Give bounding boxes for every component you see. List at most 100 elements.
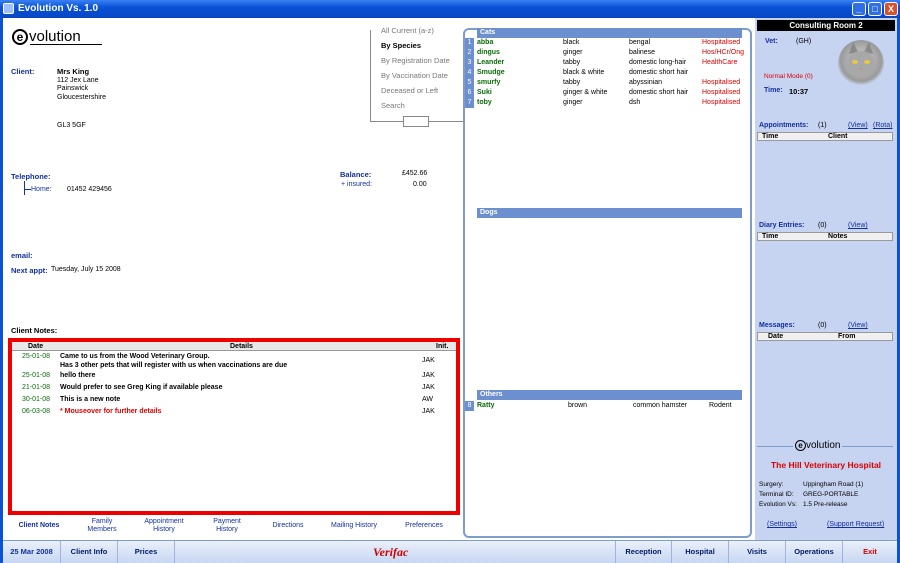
filter-tree-line: [370, 30, 371, 122]
pet-name: Leander: [477, 59, 505, 66]
pet-row[interactable]: 6 Suki ginger & white domestic short hai…: [465, 88, 743, 98]
tab-appointment-history[interactable]: Appointment History: [140, 518, 188, 534]
client-label: Client:: [11, 67, 35, 76]
home-phone-number[interactable]: 01452 429456: [67, 186, 112, 193]
note-init: JAK: [422, 408, 435, 415]
notes-col-details: Details: [230, 343, 253, 350]
pet-row[interactable]: 4 Smudge black & white domestic short ha…: [465, 68, 743, 78]
balance-value: £452.66: [402, 170, 428, 177]
pet-number: 7: [465, 98, 474, 108]
current-date: 25 Mar 2008: [3, 541, 61, 563]
note-row[interactable]: 25-01-08 Came to us from the Wood Veteri…: [12, 353, 456, 371]
tab-label: Family: [91, 518, 113, 525]
logo-e-glyph: e: [795, 440, 806, 451]
hospital-name: The Hill Veterinary Hospital: [770, 460, 882, 470]
prices-button[interactable]: Prices: [118, 541, 175, 563]
filter-all-current[interactable]: All Current (a-z): [381, 26, 434, 35]
pet-name: Smudge: [477, 69, 505, 76]
diary-table-header: Time Notes: [757, 232, 893, 241]
filter-deceased[interactable]: Deceased or Left: [381, 86, 438, 95]
rota-link[interactable]: (Rota): [873, 122, 892, 129]
client-name: Mrs King: [57, 67, 90, 76]
pet-colour: ginger & white: [563, 89, 608, 96]
filter-by-registration[interactable]: By Registration Date: [381, 56, 450, 65]
tab-label-2: History: [153, 526, 175, 533]
tab-payment-history[interactable]: Payment History: [205, 518, 249, 534]
tab-directions[interactable]: Directions: [266, 522, 310, 530]
visits-button[interactable]: Visits: [729, 541, 786, 563]
pet-status: Hospitalised: [702, 79, 741, 86]
note-init: JAK: [422, 357, 435, 364]
cats-section-header: Cats: [477, 28, 742, 38]
note-text: Would prefer to see Greg King if availab…: [60, 384, 223, 391]
exit-button[interactable]: Exit: [843, 541, 897, 563]
time-label: Time:: [764, 87, 783, 94]
tab-preferences[interactable]: Preferences: [400, 522, 448, 530]
pet-breed: domestic long-hair: [629, 59, 687, 66]
diary-count: (0): [818, 222, 827, 229]
others-section-header: Others: [477, 390, 742, 400]
col-from: From: [838, 333, 856, 340]
next-appt-value: Tuesday, July 15 2008: [51, 266, 121, 273]
bottom-toolbar: 25 Mar 2008 Client Info Prices Verifac R…: [3, 540, 897, 563]
settings-link[interactable]: (Settings): [767, 521, 797, 528]
filter-by-vaccination[interactable]: By Vaccination Date: [381, 71, 448, 80]
filter-by-species[interactable]: By Species: [381, 41, 421, 50]
filter-search[interactable]: Search: [381, 101, 405, 110]
note-row[interactable]: 25-01-08 hello there JAK: [12, 372, 456, 382]
pet-status: Hos/HCr/Ong: [702, 49, 745, 56]
pet-name: dingus: [477, 49, 500, 56]
pet-breed: dsh: [629, 99, 641, 106]
pet-row[interactable]: 3 Leander tabby domestic long-hair Healt…: [465, 58, 743, 68]
pet-name: smurfy: [477, 79, 501, 86]
tab-client-notes[interactable]: Client Notes: [15, 522, 63, 530]
appointments-view-link[interactable]: (View): [848, 122, 868, 129]
next-appt-label: Next appt:: [11, 266, 48, 275]
pet-row[interactable]: 1 abba black bengal Hospitalised: [465, 38, 743, 48]
right-side-panel: Consulting Room 2 Vet: (GH) Normal Mode …: [755, 18, 897, 540]
surgery-label: Surgery:: [759, 481, 784, 488]
mode-status: Normal Mode (0): [764, 73, 813, 80]
pet-row[interactable]: 7 toby ginger dsh Hospitalised: [465, 98, 743, 108]
minimize-button[interactable]: _: [852, 2, 866, 16]
surgery-value: Uppingham Road (1): [803, 481, 864, 488]
tab-mailing-history[interactable]: Mailing History: [326, 522, 382, 530]
close-button[interactable]: X: [884, 2, 898, 16]
support-request-link[interactable]: (Support Request): [827, 521, 884, 528]
reception-button[interactable]: Reception: [615, 541, 672, 563]
tab-family-members[interactable]: Family Members: [80, 518, 124, 534]
pet-colour: tabby: [563, 79, 581, 86]
tree-line: [24, 181, 25, 195]
pet-name: toby: [477, 99, 492, 106]
messages-table-header: Date From: [757, 332, 893, 341]
note-date: 25-01-08: [22, 372, 51, 379]
cat-icon: [847, 42, 875, 77]
note-row[interactable]: 21-01-08 Would prefer to see Greg King i…: [12, 384, 456, 394]
maximize-button[interactable]: □: [868, 2, 882, 16]
pet-row[interactable]: 5 smurfy tabby abyssinian Hospitalised: [465, 78, 743, 88]
evolution-version-value: 1.5 Pre-release: [803, 501, 848, 508]
hospital-button[interactable]: Hospital: [672, 541, 729, 563]
note-init: JAK: [422, 384, 435, 391]
pet-row[interactable]: 8 Ratty brown common hamster Rodent: [465, 401, 743, 411]
diary-view-link[interactable]: (View): [848, 222, 868, 229]
time-value: 10:37: [789, 87, 809, 96]
messages-view-link[interactable]: (View): [848, 322, 868, 329]
note-row[interactable]: 30-01-08 This is a new note AW: [12, 396, 456, 406]
pet-row[interactable]: 2 dingus ginger balinese Hos/HCr/Ong: [465, 48, 745, 58]
appointments-table-header: Time Client: [757, 132, 893, 141]
client-info-button[interactable]: Client Info: [61, 541, 118, 563]
note-row[interactable]: 06-03-08 * Mouseover for further details…: [12, 408, 456, 418]
note-text: * Mouseover for further details: [60, 408, 162, 415]
postcode: GL3 5GF: [57, 122, 86, 129]
search-input[interactable]: [403, 116, 429, 127]
terminal-label: Terminal ID:: [759, 491, 794, 498]
window-frame-left: [0, 18, 3, 563]
pet-species-type: Rodent: [709, 402, 732, 409]
note-init: AW: [422, 396, 434, 403]
operations-button[interactable]: Operations: [786, 541, 843, 563]
pet-colour: black: [563, 39, 580, 46]
tab-label: Appointment: [144, 518, 184, 525]
pet-name: abba: [477, 39, 494, 46]
pet-breed: domestic short hair: [629, 89, 689, 96]
